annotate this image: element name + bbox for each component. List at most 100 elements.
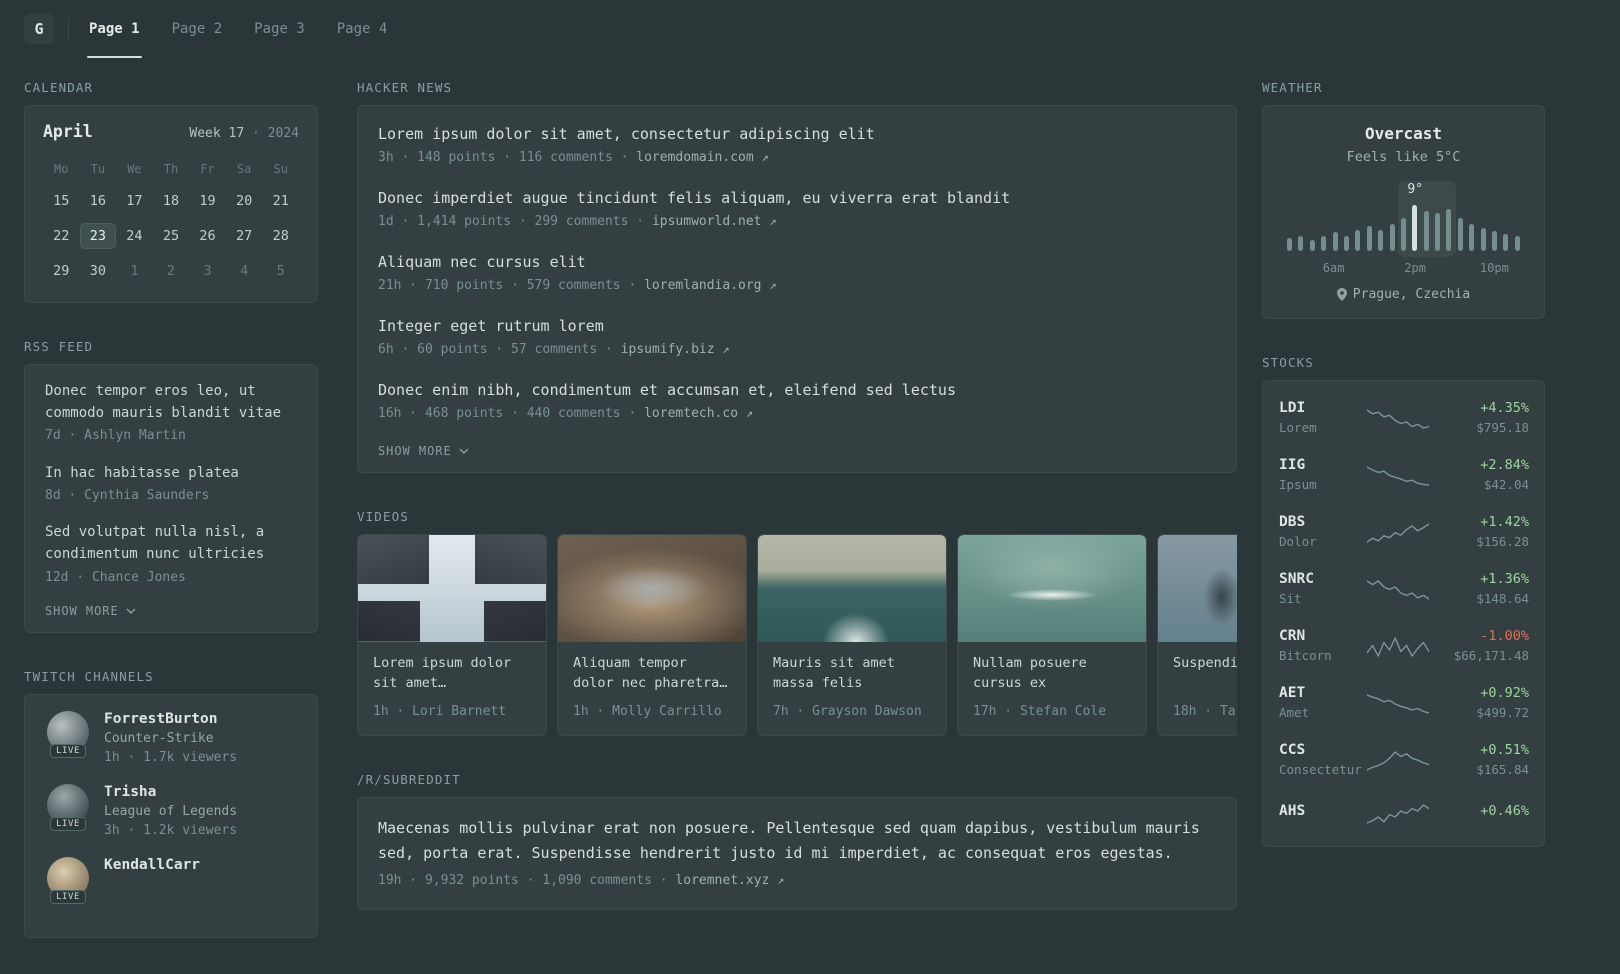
external-link-icon: ↗ — [722, 341, 730, 356]
video-title[interactable]: Nullam posuere cursus ex — [973, 653, 1131, 694]
calendar-day: 4 — [240, 263, 249, 279]
live-badge: LIVE — [50, 744, 86, 758]
hn-item-title[interactable]: Donec enim nibh, condimentum et accumsan… — [378, 380, 1216, 402]
rss-item-title[interactable]: Sed volutpat nulla nisl, a condimentum n… — [45, 522, 297, 565]
stock-row[interactable]: AHS +0.46% — [1279, 788, 1529, 838]
rss-item[interactable]: Sed volutpat nulla nisl, a condimentum n… — [45, 522, 297, 587]
hn-item-domain[interactable]: ipsumworld.net — [652, 214, 762, 229]
stock-row[interactable]: CRN Bitcorn -1.00% $66,171.48 — [1279, 617, 1529, 674]
twitch-channel[interactable]: LIVE Trisha League of Legends 3h · 1.2k … — [45, 784, 297, 840]
hn-item-title[interactable]: Integer eget rutrum lorem — [378, 316, 1216, 338]
rss-item-meta: 7d · Ashlyn Martin — [45, 428, 186, 444]
twitch-channel-name[interactable]: ForrestBurton — [104, 711, 237, 727]
video-card[interactable]: Suspendisse diam 18h · Tara — [1157, 533, 1237, 736]
calendar-day: 5 — [276, 263, 285, 279]
rss-item-title[interactable]: In hac habitasse platea — [45, 463, 297, 485]
external-link-icon: ↗ — [769, 213, 777, 228]
hn-item-domain[interactable]: loremtech.co — [644, 406, 738, 421]
tab-page-1[interactable]: Page 1 — [87, 0, 142, 58]
rss-item-title[interactable]: Donec tempor eros leo, ut commodo mauris… — [45, 381, 297, 424]
video-meta: 1h · Molly Carrillo — [573, 703, 722, 719]
video-card[interactable]: Nullam posuere cursus ex 17h · Stefan Co… — [957, 533, 1147, 736]
hn-item-domain[interactable]: loremdomain.com — [636, 150, 753, 165]
weather-time-label: 2pm — [1404, 261, 1426, 275]
calendar-day: 28 — [272, 228, 289, 244]
hn-item[interactable]: Lorem ipsum dolor sit amet, consectetur … — [378, 124, 1216, 167]
calendar-month: April — [43, 122, 93, 141]
calendar-card: April Week 17 · 2024 Mo Tu We Th Fr Sa Su 15 16 1… — [24, 105, 318, 303]
hn-item[interactable]: Integer eget rutrum lorem 6h · 60 points… — [378, 316, 1216, 359]
subreddit-card: Maecenas mollis pulvinar erat non posuer… — [357, 796, 1237, 910]
tab-page-2[interactable]: Page 2 — [170, 0, 225, 58]
twitch-avatar-wrap: LIVE — [45, 711, 91, 767]
video-meta: 7h · Grayson Dawson — [773, 703, 922, 719]
stock-change: +1.36% — [1480, 571, 1529, 587]
weather-bar — [1378, 230, 1384, 251]
stock-change: -1.00% — [1480, 628, 1529, 644]
twitch-avatar-wrap: LIVE — [45, 857, 91, 905]
weather-bar — [1287, 238, 1292, 251]
weather-bar — [1355, 230, 1361, 251]
stocks-section-title: STOCKS — [1262, 355, 1314, 370]
stock-symbol: SNRC — [1279, 571, 1314, 587]
stock-row[interactable]: IIG Ipsum +2.84% $42.04 — [1279, 446, 1529, 503]
video-title[interactable]: Lorem ipsum dolor sit amet consectetu… — [373, 653, 531, 694]
weather-bar — [1423, 211, 1429, 251]
video-card[interactable]: Aliquam tempor dolor nec pharetra… 1h · … — [557, 533, 747, 736]
hn-item[interactable]: Donec enim nibh, condimentum et accumsan… — [378, 380, 1216, 423]
tab-page-3[interactable]: Page 3 — [252, 0, 307, 58]
location-pin-icon — [1336, 288, 1347, 301]
video-body: Suspendisse diam 18h · Tara — [1158, 642, 1237, 735]
rss-widget: RSS FEED Donec tempor eros leo, ut commo… — [24, 339, 318, 633]
hn-item-domain[interactable]: loremlandia.org — [644, 278, 761, 293]
video-meta: 17h · Stefan Cole — [973, 703, 1107, 719]
hackernews-show-more-label: SHOW MORE — [378, 443, 452, 458]
stock-sparkline-chart — [1367, 465, 1429, 486]
hn-item-title[interactable]: Donec imperdiet augue tincidunt felis al… — [378, 188, 1216, 210]
video-card[interactable]: Mauris sit amet massa felis 7h · Grayson… — [757, 533, 947, 736]
video-title[interactable]: Aliquam tempor dolor nec pharetra… — [573, 653, 731, 694]
video-title[interactable]: Mauris sit amet massa felis — [773, 653, 931, 694]
hn-item-title[interactable]: Aliquam nec cursus elit — [378, 252, 1216, 274]
hn-item[interactable]: Aliquam nec cursus elit 21h · 710 points… — [378, 252, 1216, 295]
calendar-day: 19 — [199, 193, 216, 209]
twitch-channel-name[interactable]: Trisha — [104, 784, 237, 800]
stock-row[interactable]: DBS Dolor +1.42% $156.28 — [1279, 503, 1529, 560]
rss-section-title: RSS FEED — [24, 339, 94, 354]
hackernews-show-more-button[interactable]: SHOW MORE — [378, 444, 1216, 458]
stock-name: Ipsum — [1279, 477, 1317, 492]
subreddit-post-domain[interactable]: loremnet.xyz — [675, 873, 769, 888]
twitch-channel[interactable]: LIVE ForrestBurton Counter-Strike 1h · 1… — [45, 711, 297, 767]
stock-row[interactable]: AET Amet +0.92% $499.72 — [1279, 674, 1529, 731]
subreddit-post[interactable]: Maecenas mollis pulvinar erat non posuer… — [378, 816, 1216, 891]
tab-page-4[interactable]: Page 4 — [335, 0, 390, 58]
twitch-channel-name[interactable]: KendallCarr — [104, 857, 200, 873]
twitch-channel-info: Trisha League of Legends 3h · 1.2k viewe… — [104, 784, 237, 840]
twitch-card: LIVE ForrestBurton Counter-Strike 1h · 1… — [24, 694, 318, 939]
external-link-icon: ↗ — [745, 405, 754, 420]
twitch-channel-meta: 3h · 1.2k viewers — [104, 823, 238, 839]
twitch-section-title: TWITCH CHANNELS — [24, 669, 154, 684]
weather-bar — [1309, 240, 1315, 251]
video-card[interactable]: Lorem ipsum dolor sit amet consectetu… 1… — [357, 533, 547, 736]
hn-item-meta: 3h · 148 points · 116 comments · loremdo… — [378, 149, 769, 165]
rss-item[interactable]: Donec tempor eros leo, ut commodo mauris… — [45, 381, 297, 446]
rss-item[interactable]: In hac habitasse platea 8d · Cynthia Sau… — [45, 463, 297, 506]
hn-item[interactable]: Donec imperdiet augue tincidunt felis al… — [378, 188, 1216, 231]
stock-row[interactable]: SNRC Sit +1.36% $148.64 — [1279, 560, 1529, 617]
subreddit-post-text[interactable]: Maecenas mollis pulvinar erat non posuer… — [378, 816, 1216, 866]
stock-row[interactable]: CCS Consectetur +0.51% $165.84 — [1279, 731, 1529, 788]
twitch-channel[interactable]: LIVE KendallCarr — [45, 857, 297, 905]
videos-grid: Lorem ipsum dolor sit amet consectetu… 1… — [357, 533, 1237, 736]
video-title[interactable]: Suspendisse diam — [1173, 653, 1237, 694]
hn-item-domain[interactable]: ipsumify.biz — [621, 342, 715, 357]
calendar-day: 21 — [272, 193, 289, 209]
stock-row[interactable]: LDI Lorem +4.35% $795.18 — [1279, 389, 1529, 446]
calendar-day: 20 — [236, 193, 253, 209]
calendar-weekday-label: Sa — [236, 162, 252, 176]
rss-show-more-button[interactable]: SHOW MORE — [45, 604, 297, 618]
stock-change: +2.84% — [1480, 457, 1529, 473]
calendar-weekday-label: Mo — [54, 162, 69, 176]
twitch-avatar-wrap: LIVE — [45, 784, 91, 840]
hn-item-title[interactable]: Lorem ipsum dolor sit amet, consectetur … — [378, 124, 1216, 146]
